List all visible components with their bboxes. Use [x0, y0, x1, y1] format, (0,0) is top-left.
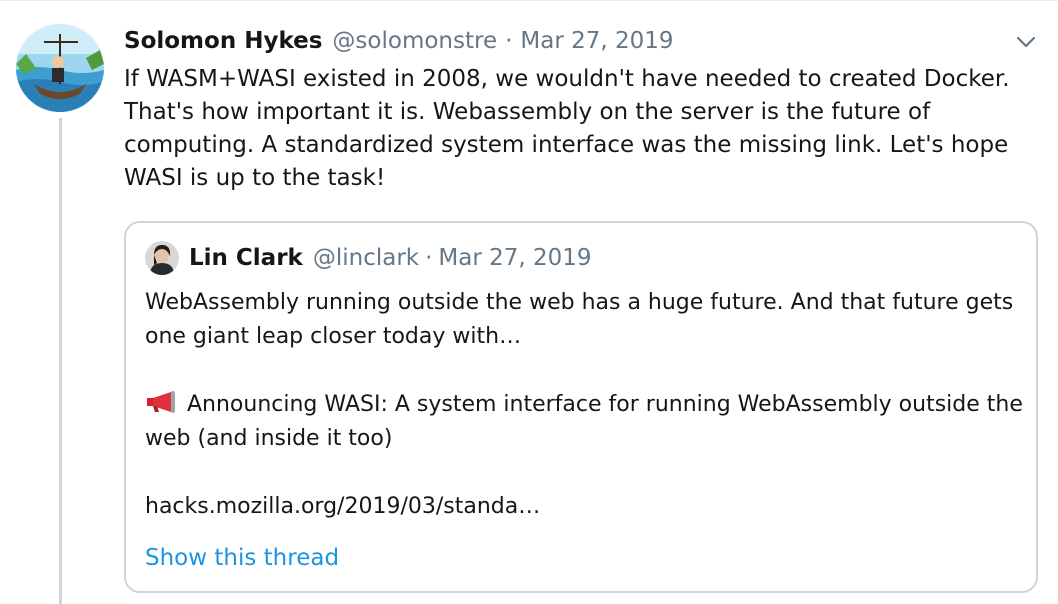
author-name[interactable]: Solomon Hykes — [124, 28, 322, 54]
avatar-illustration — [16, 24, 104, 112]
quoted-paragraph-1: WebAssembly running outside the web has … — [145, 290, 1014, 349]
chevron-down-icon — [1016, 36, 1036, 48]
separator-dot: · — [425, 245, 433, 271]
quoted-author-name: Lin Clark — [189, 245, 303, 271]
quoted-paragraph-2-text: Announcing WASI: A system interface for … — [145, 392, 1023, 451]
author-avatar[interactable] — [16, 24, 104, 112]
quoted-author-avatar — [145, 241, 179, 275]
show-thread-link[interactable]: Show this thread — [145, 541, 339, 575]
quoted-paragraph-2: Announcing WASI: A system interface for … — [145, 388, 1025, 456]
author-handle[interactable]: @solomonstre — [332, 28, 497, 54]
quoted-tweet-date: Mar 27, 2019 — [438, 245, 592, 271]
megaphone-icon — [145, 390, 181, 414]
quoted-tweet-header: Lin Clark @linclark · Mar 27, 2019 — [189, 241, 592, 275]
tweet-header: Solomon Hykes @solomonstre · Mar 27, 201… — [124, 24, 674, 58]
top-divider — [0, 0, 1058, 1]
quoted-tweet-text: WebAssembly running outside the web has … — [145, 286, 1025, 524]
separator-dot: · — [505, 28, 513, 54]
tweet-date[interactable]: Mar 27, 2019 — [520, 28, 673, 54]
quoted-tweet-card[interactable]: Lin Clark @linclark · Mar 27, 2019 WebAs… — [124, 221, 1038, 593]
avatar-photo-icon — [145, 241, 179, 275]
thread-line — [59, 118, 62, 604]
tweet-menu-button[interactable] — [1012, 28, 1040, 56]
tweet-text: If WASM+WASI existed in 2008, we wouldn'… — [124, 66, 1017, 191]
article-link[interactable]: hacks.mozilla.org/2019/03/standa… — [145, 490, 1025, 524]
quoted-author-handle: @linclark — [312, 245, 420, 271]
